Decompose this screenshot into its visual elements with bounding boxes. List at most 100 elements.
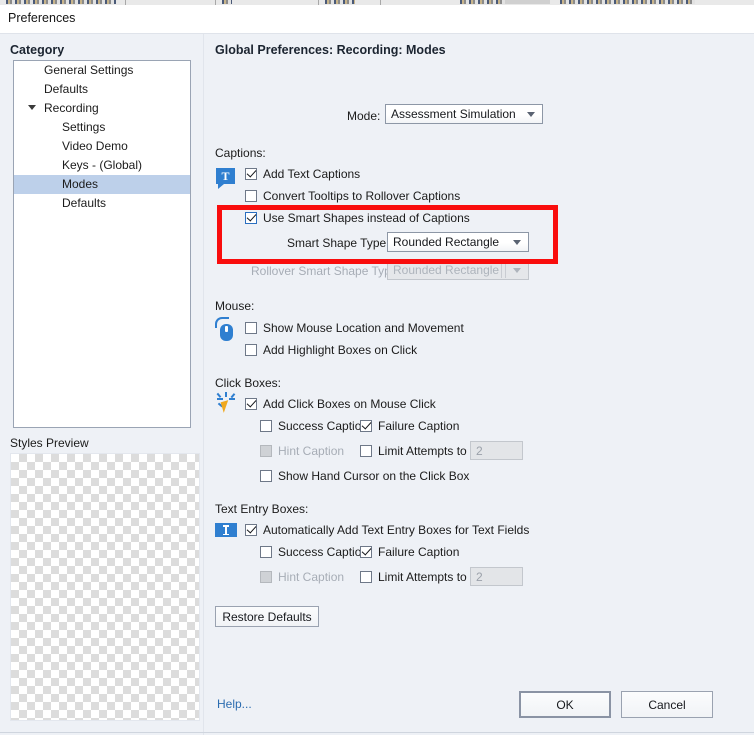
mouse-icon <box>215 317 237 341</box>
use-smart-shapes-checkbox[interactable]: Use Smart Shapes instead of Captions <box>245 210 470 226</box>
smart-shape-type-label: Smart Shape Type <box>287 236 387 250</box>
checkbox-box[interactable] <box>245 524 257 536</box>
text-entry-hint-caption-checkbox: Hint Caption <box>260 569 344 585</box>
cancel-button[interactable]: Cancel <box>621 691 713 718</box>
checkbox-label: Use Smart Shapes instead of Captions <box>263 211 470 225</box>
restore-defaults-button[interactable]: Restore Defaults <box>215 606 319 627</box>
sidebar-item-label: Settings <box>62 120 106 134</box>
checkbox-label: Success Caption <box>278 545 369 559</box>
checkbox-box[interactable] <box>245 322 257 334</box>
checkbox-box[interactable] <box>245 168 257 180</box>
styles-preview-label: Styles Preview <box>10 436 89 450</box>
toolbar-icon-group-2 <box>222 0 232 4</box>
sidebar-item-keys-global[interactable]: Keys - (Global) <box>14 156 190 175</box>
chevron-down-icon[interactable] <box>520 105 542 123</box>
checkbox-box[interactable] <box>360 420 372 432</box>
sidebar-item-label: General Settings <box>44 63 134 77</box>
checkbox-box[interactable] <box>245 212 257 224</box>
sidebar-item-general-settings[interactable]: General Settings <box>14 61 190 80</box>
checkbox-label: Show Mouse Location and Movement <box>263 321 464 335</box>
help-link[interactable]: Help... <box>217 697 252 711</box>
dialog-bottom-separator <box>0 732 754 733</box>
sidebar-item-video-demo[interactable]: Video Demo <box>14 137 190 156</box>
show-mouse-location-checkbox[interactable]: Show Mouse Location and Movement <box>245 320 464 336</box>
text-entry-icon <box>215 523 237 537</box>
convert-tooltips-checkbox[interactable]: Convert Tooltips to Rollover Captions <box>245 188 460 204</box>
click-boxes-hint-caption-checkbox: Hint Caption <box>260 443 344 459</box>
checkbox-label: Hint Caption <box>278 444 345 458</box>
checkbox-box[interactable] <box>260 420 272 432</box>
click-boxes-failure-caption-checkbox[interactable]: Failure Caption <box>360 418 459 434</box>
sidebar-item-settings[interactable]: Settings <box>14 118 190 137</box>
add-highlight-boxes-checkbox[interactable]: Add Highlight Boxes on Click <box>245 342 417 358</box>
checkbox-label: Add Highlight Boxes on Click <box>263 343 418 357</box>
checkbox-label: Limit Attempts to <box>378 570 467 584</box>
checkbox-box[interactable] <box>245 398 257 410</box>
add-click-boxes-checkbox[interactable]: Add Click Boxes on Mouse Click <box>245 396 436 412</box>
checkbox-box[interactable] <box>360 571 372 583</box>
sidebar-item-label: Recording <box>44 101 99 115</box>
sidebar-item-label: Keys - (Global) <box>62 158 143 172</box>
toolbar-icon-group-3 <box>325 0 355 4</box>
chevron-down-icon[interactable] <box>28 105 36 110</box>
toolbar-icon-group-1 <box>6 0 116 4</box>
checkbox-label: Failure Caption <box>378 545 460 559</box>
rollover-smart-shape-type-label: Rollover Smart Shape Type <box>251 264 398 278</box>
text-entry-limit-attempts-input[interactable]: 2 <box>470 567 523 586</box>
click-boxes-section-label: Click Boxes: <box>215 376 282 390</box>
sidebar-item-recording-defaults[interactable]: Defaults <box>14 194 190 213</box>
click-boxes-limit-attempts-checkbox[interactable]: Limit Attempts to <box>360 443 467 459</box>
page-title: Global Preferences: Recording: Modes <box>215 43 446 57</box>
sidebar-item-label: Defaults <box>44 82 89 96</box>
auto-add-text-entry-boxes-checkbox[interactable]: Automatically Add Text Entry Boxes for T… <box>245 522 529 538</box>
content-pane: Global Preferences: Recording: Modes Mod… <box>203 34 754 735</box>
rollover-smart-shape-type-dropdown: Rounded Rectangle <box>387 260 529 280</box>
checkbox-box[interactable] <box>260 470 272 482</box>
click-boxes-limit-attempts-input[interactable]: 2 <box>470 441 523 460</box>
toolbar-icon-group-5 <box>505 0 550 4</box>
input-value: 2 <box>476 569 483 584</box>
dialog-title-bar: Preferences <box>0 5 754 33</box>
checkbox-box <box>260 445 272 457</box>
button-label: Restore Defaults <box>222 609 312 624</box>
checkbox-label: Failure Caption <box>378 419 460 433</box>
styles-preview-canvas <box>10 453 200 721</box>
checkbox-box[interactable] <box>260 546 272 558</box>
mode-dropdown[interactable]: Assessment Simulation <box>385 104 543 124</box>
sidebar-item-modes[interactable]: Modes <box>14 175 190 194</box>
smart-shape-type-dropdown[interactable]: Rounded Rectangle <box>387 232 529 252</box>
checkbox-box[interactable] <box>360 546 372 558</box>
checkbox-box[interactable] <box>245 190 257 202</box>
category-tree[interactable]: General Settings Defaults Recording Sett… <box>13 60 191 428</box>
text-entry-success-caption-checkbox[interactable]: Success Caption <box>260 544 368 560</box>
preferences-dialog-body: Category General Settings Defaults Recor… <box>0 33 754 735</box>
ok-button[interactable]: OK <box>519 691 611 718</box>
click-boxes-success-caption-checkbox[interactable]: Success Caption <box>260 418 368 434</box>
show-hand-cursor-checkbox[interactable]: Show Hand Cursor on the Click Box <box>260 468 469 484</box>
text-entry-failure-caption-checkbox[interactable]: Failure Caption <box>360 544 459 560</box>
rollover-smart-shape-type-value: Rounded Rectangle <box>393 263 500 277</box>
click-cursor-icon <box>214 392 238 416</box>
checkbox-box[interactable] <box>360 445 372 457</box>
text-caption-icon: T <box>216 133 235 189</box>
smart-shape-type-value: Rounded Rectangle <box>393 235 500 249</box>
checkbox-box[interactable] <box>245 344 257 356</box>
checkbox-label: Convert Tooltips to Rollover Captions <box>263 189 461 203</box>
mode-label: Mode: <box>347 109 381 123</box>
checkbox-label: Add Click Boxes on Mouse Click <box>263 397 436 411</box>
mouse-section-label: Mouse: <box>215 299 255 313</box>
chevron-down-icon[interactable] <box>506 233 528 251</box>
sidebar-item-defaults[interactable]: Defaults <box>14 80 190 99</box>
dialog-title: Preferences <box>8 11 76 25</box>
text-entry-limit-attempts-checkbox[interactable]: Limit Attempts to <box>360 569 467 585</box>
checkbox-label: Success Caption <box>278 419 369 433</box>
checkbox-label: Limit Attempts to <box>378 444 467 458</box>
add-text-captions-checkbox[interactable]: Add Text Captions <box>245 166 360 182</box>
text-entry-boxes-section-label: Text Entry Boxes: <box>215 502 309 516</box>
checkbox-label: Add Text Captions <box>263 167 361 181</box>
chevron-down-icon <box>506 261 528 279</box>
checkbox-label: Hint Caption <box>278 570 345 584</box>
mode-dropdown-value: Assessment Simulation <box>391 107 516 121</box>
checkbox-label: Automatically Add Text Entry Boxes for T… <box>263 523 530 537</box>
sidebar-item-recording[interactable]: Recording <box>14 99 190 118</box>
